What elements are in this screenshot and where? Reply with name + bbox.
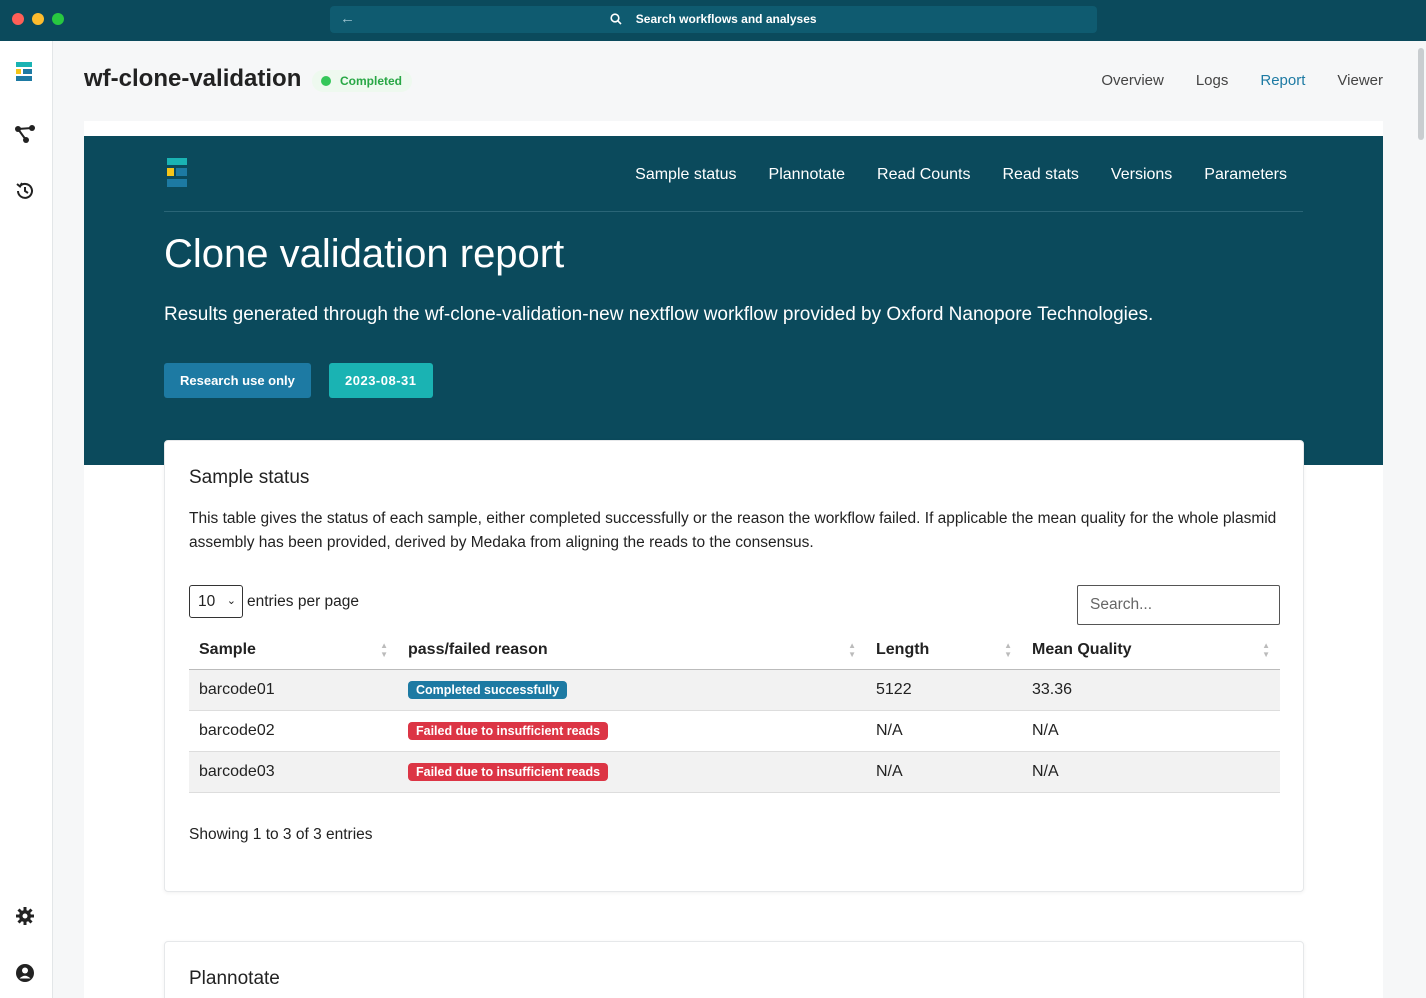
- history-icon[interactable]: [14, 180, 36, 202]
- table-info: Showing 1 to 3 of 3 entries: [189, 826, 373, 843]
- section-description: This table gives the status of each samp…: [189, 510, 1277, 551]
- table-row: barcode02 Failed due to insufficient rea…: [189, 710, 1280, 752]
- global-search-bar[interactable]: ← Search workflows and analyses: [330, 6, 1097, 33]
- entries-per-page-label: entries per page: [247, 592, 360, 610]
- column-header-reason[interactable]: pass/failed reason ▲ ▼: [398, 631, 866, 670]
- report-title: Clone validation report: [164, 232, 565, 276]
- table-row: barcode01 Completed successfully 5122 33…: [189, 669, 1280, 711]
- chevron-down-icon: ⌄: [226, 595, 236, 607]
- entries-per-page-select[interactable]: 10 ⌄: [189, 585, 243, 618]
- sample-status-table: Sample ▲ ▼ pass/failed reason ▲ ▼ Length ▲ ▼ M…: [189, 631, 1280, 793]
- status-badge-success: Completed successfully: [408, 680, 568, 699]
- close-window-button[interactable]: [12, 13, 24, 25]
- report-nav-read-stats[interactable]: Read stats: [1002, 166, 1078, 184]
- report-nav: Sample status Plannotate Read Counts Rea…: [635, 166, 1287, 184]
- cell-sample: barcode01: [189, 669, 398, 711]
- title-bar: ← Search workflows and analyses: [0, 0, 1426, 41]
- status-badge-failed: Failed due to insufficient reads: [408, 762, 609, 781]
- report-logo-icon: [167, 158, 187, 187]
- research-use-badge: Research use only: [164, 363, 311, 398]
- tab-report[interactable]: Report: [1260, 72, 1305, 89]
- plannotate-card: Plannotate: [164, 941, 1304, 998]
- cell-quality: 33.36: [1022, 669, 1280, 711]
- cell-length: 5122: [866, 669, 1022, 711]
- settings-icon[interactable]: [14, 905, 36, 927]
- tab-viewer[interactable]: Viewer: [1337, 72, 1383, 89]
- status-badge-failed: Failed due to insufficient reads: [408, 721, 609, 740]
- cell-quality: N/A: [1022, 751, 1280, 793]
- cell-length: N/A: [866, 710, 1022, 752]
- report-nav-read-counts[interactable]: Read Counts: [877, 166, 970, 184]
- workflow-title: wf-clone-validation: [84, 65, 302, 92]
- report-frame: Sample status Plannotate Read Counts Rea…: [84, 121, 1383, 998]
- cell-quality: N/A: [1022, 710, 1280, 752]
- column-header-length[interactable]: Length ▲ ▼: [866, 631, 1022, 670]
- workflow-icon[interactable]: [14, 123, 36, 145]
- column-header-sample[interactable]: Sample ▲ ▼: [189, 631, 398, 670]
- section-title: Sample status: [189, 467, 310, 488]
- report-nav-parameters[interactable]: Parameters: [1204, 166, 1287, 184]
- table-row: barcode03 Failed due to insufficient rea…: [189, 751, 1280, 793]
- status-badge: Completed: [312, 70, 413, 92]
- report-hero: Sample status Plannotate Read Counts Rea…: [84, 136, 1383, 465]
- column-header-mean-quality[interactable]: Mean Quality ▲ ▼: [1022, 631, 1280, 670]
- search-icon: [610, 13, 623, 25]
- status-label: Completed: [340, 74, 403, 88]
- sort-icon[interactable]: ▲ ▼: [1262, 641, 1270, 659]
- account-icon[interactable]: [14, 962, 36, 984]
- sort-icon[interactable]: ▲ ▼: [1004, 641, 1012, 659]
- report-date-badge: 2023-08-31: [329, 363, 433, 398]
- cell-sample: barcode02: [189, 710, 398, 752]
- global-search-label: Search workflows and analyses: [635, 12, 817, 26]
- left-rail: [0, 41, 53, 998]
- cell-length: N/A: [866, 751, 1022, 793]
- section-title: Plannotate: [189, 968, 280, 989]
- status-dot-icon: [321, 76, 331, 86]
- report-nav-plannotate[interactable]: Plannotate: [769, 166, 846, 184]
- sample-status-card: Sample status This table gives the statu…: [164, 440, 1304, 892]
- scrollbar-thumb[interactable]: [1418, 48, 1424, 140]
- cell-sample: barcode03: [189, 751, 398, 793]
- entries-value: 10: [198, 593, 216, 610]
- instance-tabs: Overview Logs Report Viewer: [1101, 72, 1383, 89]
- hero-divider: [164, 211, 1303, 212]
- sort-icon[interactable]: ▲ ▼: [380, 641, 388, 659]
- sort-icon[interactable]: ▲ ▼: [848, 641, 856, 659]
- tab-logs[interactable]: Logs: [1196, 72, 1229, 89]
- entries-per-page-control: 10 ⌄ entries per page: [189, 585, 359, 618]
- report-nav-sample-status[interactable]: Sample status: [635, 166, 736, 184]
- minimize-window-button[interactable]: [32, 13, 44, 25]
- report-subtitle: Results generated through the wf-clone-v…: [164, 304, 1154, 325]
- epi2me-logo-icon[interactable]: [14, 61, 36, 83]
- report-nav-versions[interactable]: Versions: [1111, 166, 1172, 184]
- tab-overview[interactable]: Overview: [1101, 72, 1164, 89]
- table-search-input[interactable]: [1077, 585, 1280, 625]
- maximize-window-button[interactable]: [52, 13, 64, 25]
